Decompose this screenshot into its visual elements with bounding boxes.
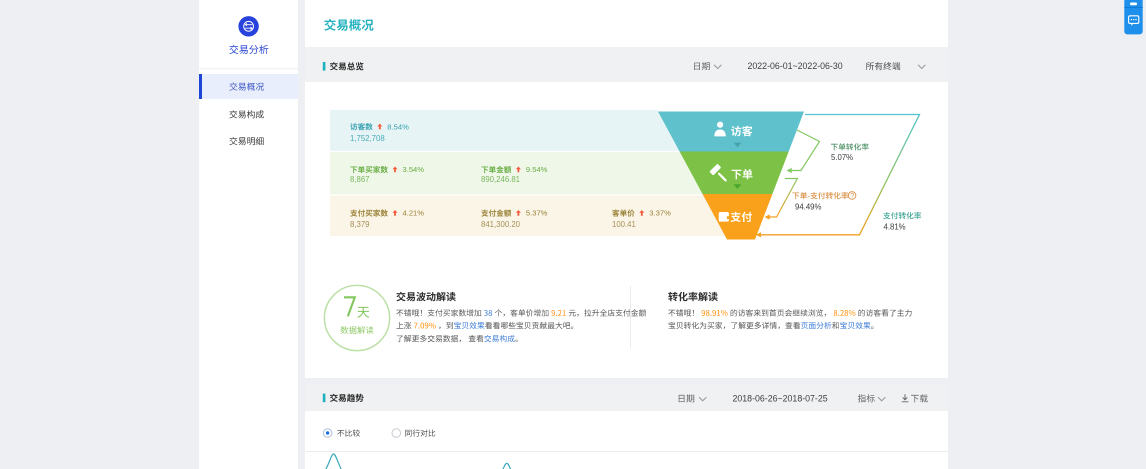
svg-text:94.49%: 94.49% <box>795 202 822 211</box>
svg-text:841,300.20: 841,300.20 <box>481 220 521 229</box>
svg-text:5.07%: 5.07% <box>831 153 853 162</box>
svg-text:3.37%: 3.37% <box>649 209 671 218</box>
svg-text:890,246.81: 890,246.81 <box>481 175 520 184</box>
svg-text:1,752,708: 1,752,708 <box>350 134 385 143</box>
svg-text:2018-06-26~2018-07-25: 2018-06-26~2018-07-25 <box>733 393 828 403</box>
svg-text:?: ? <box>850 193 854 200</box>
svg-text:3.54%: 3.54% <box>403 165 425 174</box>
svg-text:9.54%: 9.54% <box>526 165 548 174</box>
svg-text:5.37%: 5.37% <box>526 209 548 218</box>
svg-text:8,867: 8,867 <box>350 175 370 184</box>
svg-text:4.21%: 4.21% <box>403 209 425 218</box>
svg-text:8.54%: 8.54% <box>387 122 409 131</box>
svg-text:2022-06-01~2022-06-30: 2022-06-01~2022-06-30 <box>748 61 843 71</box>
svg-text:100.41: 100.41 <box>612 220 636 229</box>
svg-text:4.81%: 4.81% <box>884 222 906 231</box>
svg-text:8,379: 8,379 <box>350 220 370 229</box>
